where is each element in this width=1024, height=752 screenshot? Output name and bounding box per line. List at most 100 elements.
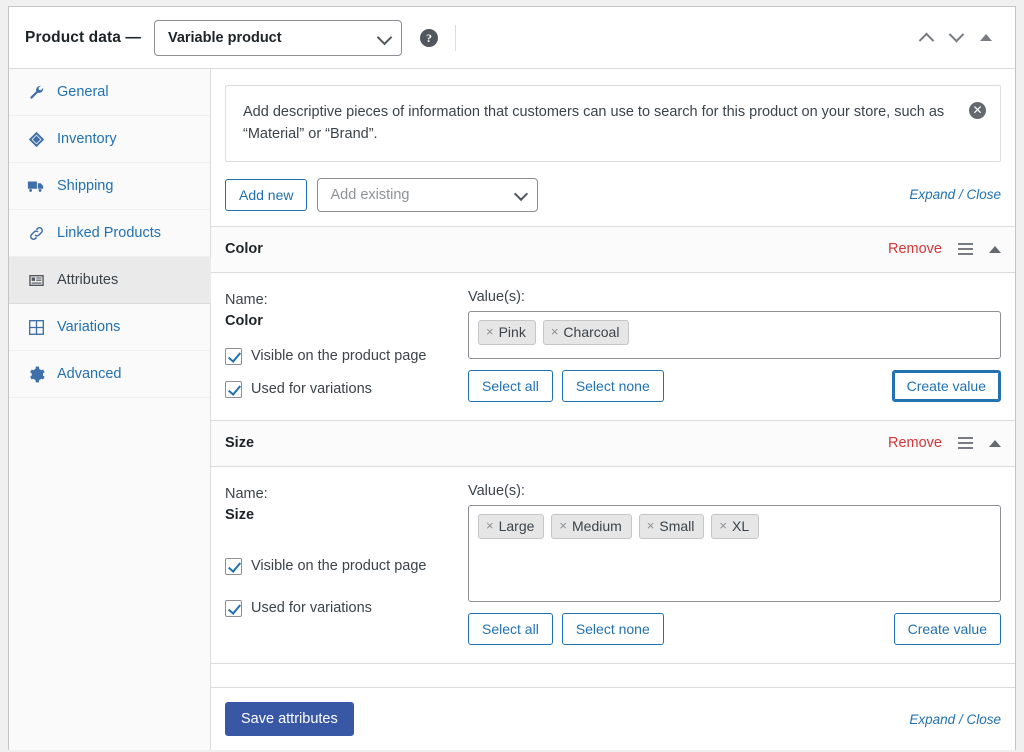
attribute-actions: Remove xyxy=(888,241,1001,257)
attribute-body: Name: Color Visible on the product page … xyxy=(211,273,1015,420)
triangle-up-icon xyxy=(980,34,992,41)
attribute-header: Size Remove xyxy=(211,420,1015,467)
panel-body: General Inventory Shipping Linked Produc… xyxy=(9,69,1015,750)
attribute-name-value: Color xyxy=(225,312,263,329)
select-all-button[interactable]: Select all xyxy=(468,612,553,645)
notice-text: Add descriptive pieces of information th… xyxy=(243,104,945,143)
attribute-name-value: Size xyxy=(225,506,255,523)
used-for-variations-checkbox[interactable]: Used for variations xyxy=(225,599,468,617)
remove-token-icon[interactable]: × xyxy=(647,518,655,533)
drag-handle-icon[interactable] xyxy=(958,243,973,256)
values-label: Value(s): xyxy=(468,482,525,499)
attributes-footer: Save attributes Expand / Close xyxy=(211,687,1015,750)
attribute-title: Size xyxy=(225,435,255,452)
sidebar-item-shipping[interactable]: Shipping xyxy=(9,163,210,210)
value-token-label: Charcoal xyxy=(563,323,620,340)
expand-close-links-top: Expand / Close xyxy=(909,187,1001,202)
attribute-item: Color Remove Name: Color Visible on the … xyxy=(211,226,1015,421)
gear-icon xyxy=(26,364,46,384)
move-down-button[interactable] xyxy=(941,23,971,53)
expand-link[interactable]: Expand xyxy=(909,712,955,727)
visible-checkbox-label: Visible on the product page xyxy=(251,558,427,575)
select-none-button[interactable]: Select none xyxy=(561,369,664,402)
expand-link[interactable]: Expand xyxy=(909,187,955,202)
remove-token-icon[interactable]: × xyxy=(486,324,494,339)
used-for-variations-checkbox[interactable]: Used for variations xyxy=(225,380,468,398)
page-title: Product data — xyxy=(25,28,141,46)
save-attributes-button[interactable]: Save attributes xyxy=(225,702,354,736)
product-type-value: Variable product xyxy=(167,29,282,46)
triangle-up-icon[interactable] xyxy=(989,245,1001,253)
values-token-input[interactable]: × Pink × Charcoal xyxy=(468,310,1001,359)
add-new-button[interactable]: Add new xyxy=(225,178,308,211)
sidebar-item-linked-products[interactable]: Linked Products xyxy=(9,210,210,257)
wrench-icon xyxy=(26,82,46,102)
create-value-button[interactable]: Create value xyxy=(891,369,1001,402)
sidebar-item-general[interactable]: General xyxy=(9,69,210,116)
panel-toggle-button[interactable] xyxy=(971,23,1001,53)
sidebar-item-advanced[interactable]: Advanced xyxy=(9,351,210,398)
value-token[interactable]: × Large xyxy=(478,513,545,539)
remove-token-icon[interactable]: × xyxy=(551,324,559,339)
checkbox-checked-icon xyxy=(225,347,242,365)
value-token-label: Pink xyxy=(498,323,526,340)
move-up-button[interactable] xyxy=(911,23,941,53)
chevron-up-icon xyxy=(918,32,934,49)
select-none-button[interactable]: Select none xyxy=(561,612,664,645)
attributes-content: Add descriptive pieces of information th… xyxy=(211,69,1015,750)
sidebar-item-inventory[interactable]: Inventory xyxy=(9,116,210,163)
sidebar-item-label: Variations xyxy=(57,319,121,335)
attribute-values-column: Value(s): × Pink × Charcoal Select all S… xyxy=(468,289,1001,402)
remove-token-icon[interactable]: × xyxy=(559,518,567,533)
visible-on-product-page-checkbox[interactable]: Visible on the product page xyxy=(225,557,468,575)
sidebar-item-label: General xyxy=(57,84,109,100)
close-link[interactable]: Close xyxy=(966,187,1001,202)
link-separator: / xyxy=(958,711,963,727)
panel-header: Product data — Variable product ? xyxy=(9,7,1015,69)
help-circle-icon[interactable]: ? xyxy=(419,28,438,47)
attribute-name-column: Name: Color Visible on the product page … xyxy=(225,289,468,402)
value-token[interactable]: × XL xyxy=(711,513,760,539)
chevron-down-icon xyxy=(376,29,393,45)
value-token[interactable]: × Medium xyxy=(551,513,632,539)
value-token-label: Small xyxy=(659,517,695,534)
value-token[interactable]: × Pink xyxy=(478,319,536,345)
link-icon xyxy=(26,223,46,243)
add-existing-select[interactable]: Add existing xyxy=(317,177,539,212)
checkbox-checked-icon xyxy=(225,599,242,617)
remove-attribute-link[interactable]: Remove xyxy=(888,435,942,451)
close-link[interactable]: Close xyxy=(966,712,1001,727)
product-data-tabs: General Inventory Shipping Linked Produc… xyxy=(9,69,211,750)
product-type-select[interactable]: Variable product xyxy=(153,19,402,56)
variations-checkbox-label: Used for variations xyxy=(251,600,372,617)
value-actions: Select all Select none Create value xyxy=(468,369,1001,402)
drag-handle-icon[interactable] xyxy=(958,437,973,450)
value-token-label: Large xyxy=(498,517,535,534)
checkbox-checked-icon xyxy=(225,557,242,575)
value-token-label: Medium xyxy=(572,517,622,534)
sidebar-item-label: Attributes xyxy=(57,272,119,288)
remove-attribute-link[interactable]: Remove xyxy=(888,241,942,257)
triangle-up-icon[interactable] xyxy=(989,439,1001,447)
attributes-toolbar: Add new Add existing Expand / Close xyxy=(225,162,1001,226)
attribute-name-column: Name: Size Visible on the product page U… xyxy=(225,483,468,645)
link-separator: / xyxy=(958,187,963,203)
sidebar-item-label: Linked Products xyxy=(57,225,161,241)
select-all-button[interactable]: Select all xyxy=(468,369,553,402)
sidebar-item-attributes[interactable]: Attributes xyxy=(9,257,211,304)
attribute-name-label: Name: xyxy=(225,485,268,502)
attribute-body: Name: Size Visible on the product page U… xyxy=(211,467,1015,663)
values-token-input[interactable]: × Large × Medium × Small × XL xyxy=(468,504,1001,602)
create-value-button[interactable]: Create value xyxy=(893,612,1001,645)
value-token[interactable]: × Small xyxy=(638,513,705,539)
value-token[interactable]: × Charcoal xyxy=(542,319,630,345)
visible-on-product-page-checkbox[interactable]: Visible on the product page xyxy=(225,347,468,365)
value-actions: Select all Select none Create value xyxy=(468,612,1001,645)
close-circle-icon[interactable]: ✕ xyxy=(969,102,986,119)
sidebar-item-label: Advanced xyxy=(57,366,122,382)
remove-token-icon[interactable]: × xyxy=(719,518,727,533)
attribute-actions: Remove xyxy=(888,435,1001,451)
remove-token-icon[interactable]: × xyxy=(486,518,494,533)
product-data-panel: Product data — Variable product ? Genera… xyxy=(8,6,1016,750)
sidebar-item-variations[interactable]: Variations xyxy=(9,304,210,351)
